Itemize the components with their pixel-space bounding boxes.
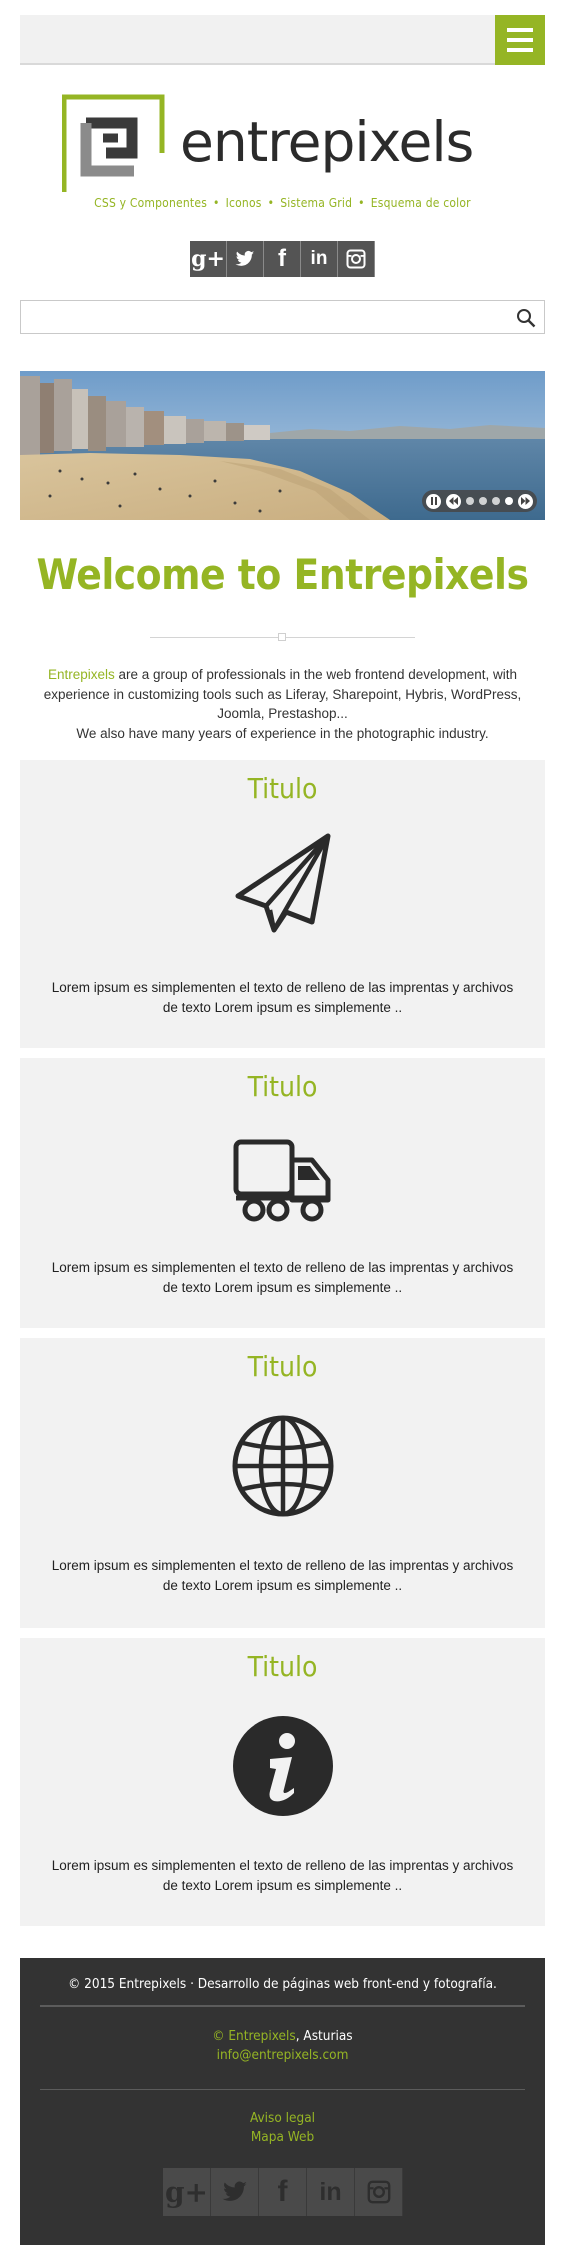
intro-text: Entrepixels are a group of professionals… [20,665,545,743]
sitemap-link[interactable]: Mapa Web [20,2129,545,2145]
rewind-icon[interactable] [446,493,461,509]
card-text: Lorem ipsum es simplementen el texto de … [51,1260,514,1295]
twitter-icon[interactable] [211,2168,259,2216]
fast-forward-icon[interactable] [518,493,533,509]
feature-card: Titulo Lorem ipsum es simplementen el te… [20,1338,545,1628]
instagram-icon[interactable] [338,241,375,277]
card-title: Titulo [247,1070,318,1103]
slide-dot[interactable] [479,497,487,505]
bullet-separator: • [267,196,275,210]
social-links-footer: g+ f in [163,2168,403,2216]
search-box [20,300,545,334]
hero-slideshow[interactable] [20,371,545,520]
globe-icon [232,1415,334,1517]
menu-bar-line [507,48,533,52]
tagline-item[interactable]: Sistema Grid [280,196,352,210]
footer-company-line: © Entrepixels, Asturias [20,2028,545,2044]
feature-card: Titulo Lorem ipsum es simplementen el te… [20,760,545,1048]
card-text: Lorem ipsum es simplementen el texto de … [51,980,514,1015]
footer-divider [40,2089,525,2090]
card-text: Lorem ipsum es simplementen el texto de … [51,1558,514,1593]
info-icon [233,1716,333,1816]
google-plus-icon[interactable]: g+ [190,241,227,277]
card-title: Titulo [247,772,318,805]
brand-name: entrepixels [180,110,474,174]
truck-icon [233,1139,331,1222]
slide-dot[interactable] [492,497,500,505]
tagline: CSS y Componentes • Iconos • Sistema Grid • Es… [0,196,565,210]
instagram-icon[interactable] [355,2168,403,2216]
slide-dot[interactable] [466,497,474,505]
card-title: Titulo [247,1650,318,1683]
menu-bar-line [507,38,533,42]
intro-paragraph-2: We also have many years of experience in… [76,725,489,741]
menu-bar-line [507,28,533,32]
bullet-separator: • [213,196,220,210]
card-text: Lorem ipsum es simplementen el texto de … [51,1858,514,1893]
facebook-icon[interactable]: f [264,241,301,277]
feature-card: Titulo Lorem ipsum es simplementen el te… [20,1058,545,1328]
copyright-text: © 2015 Entrepixels · Desarrollo de págin… [68,1976,497,1992]
linkedin-icon[interactable]: in [301,241,338,277]
email-link[interactable]: info@entrepixels.com [20,2047,545,2063]
tagline-item[interactable]: CSS y Componentes [94,196,207,210]
intro-paragraph: are a group of professionals in the web … [43,667,522,721]
top-bar [20,15,545,65]
slide-dot[interactable] [505,497,513,505]
slideshow-controls [422,490,537,512]
brand-link[interactable]: Entrepixels [48,667,115,682]
social-links-header: g+ f in [190,241,375,277]
card-title: Titulo [247,1350,318,1383]
facebook-icon[interactable]: f [259,2168,307,2216]
twitter-icon[interactable] [227,241,264,277]
search-input[interactable] [25,304,505,330]
bullet-separator: • [358,196,365,210]
company-link[interactable]: © Entrepixels [212,2028,295,2044]
hamburger-menu-button[interactable] [495,15,545,65]
logo-mark-icon [62,94,165,192]
feature-card: Titulo Lorem ipsum es simplementen el te… [20,1638,545,1926]
legal-notice-link[interactable]: Aviso legal [20,2110,545,2126]
divider-ornament [278,633,286,641]
footer-divider [40,2005,525,2007]
tagline-item[interactable]: Esquema de color [371,196,471,210]
search-icon[interactable] [516,308,536,328]
linkedin-icon[interactable]: in [307,2168,355,2216]
pause-icon[interactable] [426,493,441,509]
site-logo[interactable]: entrepixels [62,93,502,193]
location-text: , Asturias [295,2028,353,2044]
paper-plane-icon [235,833,331,933]
welcome-heading: Welcome to Entrepixels [36,550,529,599]
google-plus-icon[interactable]: g+ [163,2168,211,2216]
tagline-item[interactable]: Iconos [226,196,262,210]
site-footer: © 2015 Entrepixels · Desarrollo de págin… [20,1958,545,2245]
